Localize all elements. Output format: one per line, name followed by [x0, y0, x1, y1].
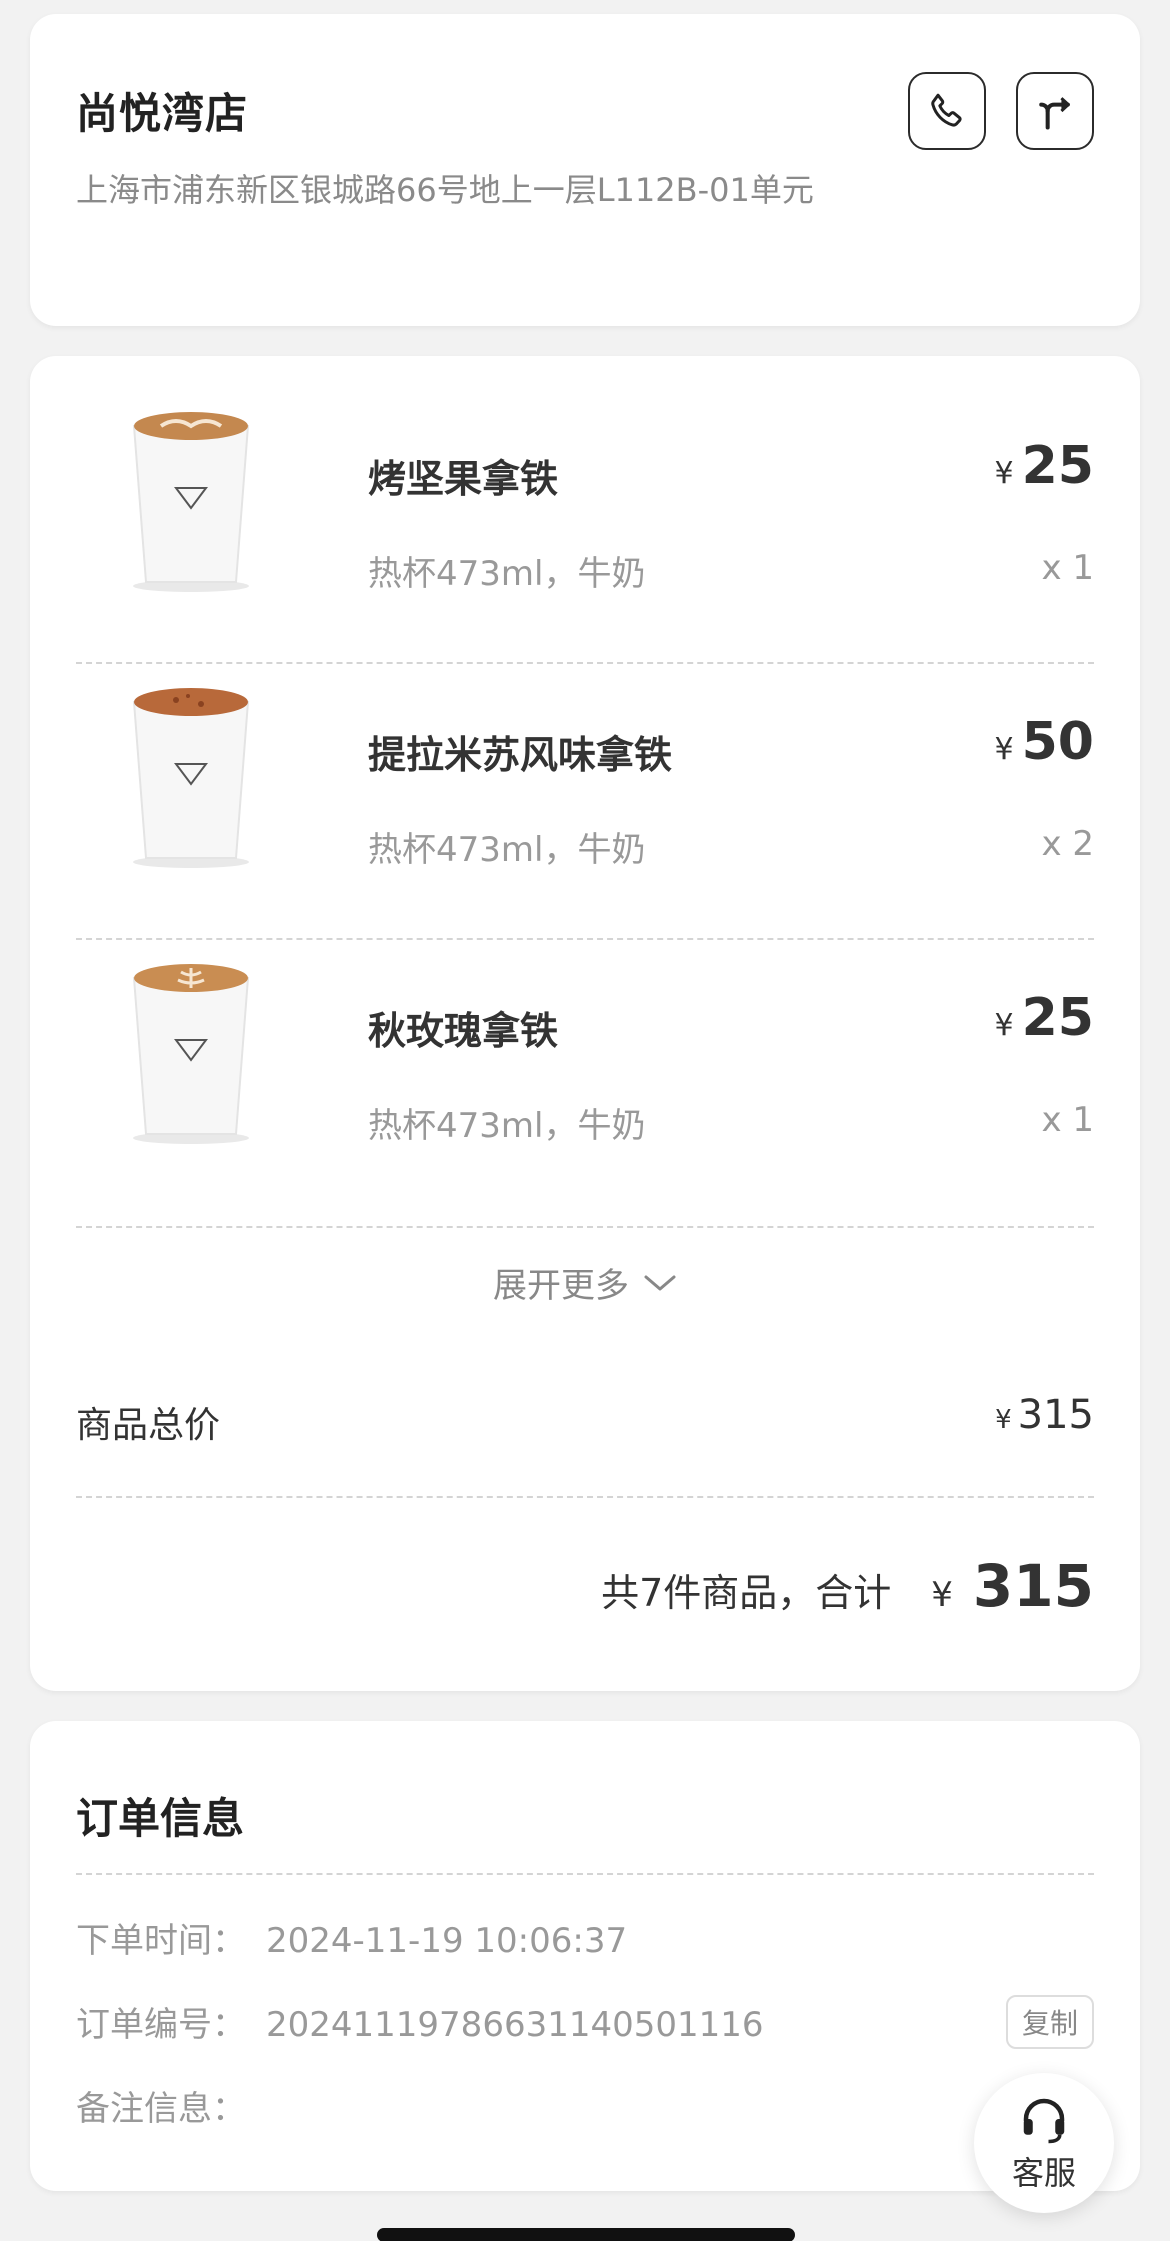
navigate-button[interactable]: [1016, 72, 1094, 150]
expand-more-button[interactable]: 展开更多: [30, 1258, 1140, 1307]
store-address: 上海市浦东新区银城路66号地上一层L112B-01单元: [76, 171, 814, 209]
order-time-label: 下单时间：: [76, 1921, 246, 1961]
customer-service-button[interactable]: 客服: [974, 2073, 1114, 2213]
item-spec: 热杯473ml，牛奶: [368, 830, 646, 870]
item-quantity: x 2: [1041, 824, 1094, 864]
currency-symbol: ¥: [995, 1405, 1012, 1435]
currency-symbol: ¥: [994, 456, 1014, 491]
subtotal-amount: 315: [1017, 1392, 1094, 1438]
headset-icon: [1023, 2098, 1065, 2144]
copy-order-number-button[interactable]: 复制: [1006, 1995, 1094, 2049]
chevron-down-icon: [644, 1275, 676, 1290]
order-item[interactable]: 提拉米苏风味拿铁 热杯473ml，牛奶 ¥ 50 x 2: [76, 632, 1094, 908]
coffee-cup-image: [132, 412, 250, 592]
item-price: ¥ 25: [995, 436, 1094, 496]
currency-symbol: ¥: [994, 1008, 1014, 1043]
subtotal-label: 商品总价: [76, 1405, 221, 1446]
order-time-value: 2024-11-19 10:06:37: [266, 1921, 628, 1961]
item-spec: 热杯473ml，牛奶: [368, 1106, 646, 1146]
store-card: 尚悦湾店 上海市浦东新区银城路66号地上一层L112B-01单元: [30, 14, 1140, 326]
item-price-value: 25: [1021, 988, 1094, 1048]
call-store-button[interactable]: [908, 72, 986, 150]
order-note-label: 备注信息：: [76, 2089, 246, 2129]
item-price-value: 25: [1021, 436, 1094, 496]
directions-icon: [1039, 97, 1070, 130]
divider: [76, 1226, 1094, 1228]
customer-service-label: 客服: [1011, 2154, 1076, 2192]
currency-symbol: ¥: [994, 732, 1014, 767]
home-indicator[interactable]: [377, 2228, 795, 2241]
order-time-row: 下单时间： 2024-11-19 10:06:37: [76, 1913, 627, 1962]
subtotal-value: ¥ 315: [995, 1392, 1094, 1438]
item-spec: 热杯473ml，牛奶: [368, 554, 646, 594]
coffee-cup-image: [132, 964, 250, 1144]
order-number-label: 订单编号：: [76, 2005, 246, 2045]
item-price: ¥ 25: [995, 988, 1094, 1048]
order-item[interactable]: 秋玫瑰拿铁 热杯473ml，牛奶 ¥ 25 x 1: [76, 908, 1094, 1184]
order-item[interactable]: 烤坚果拿铁 热杯473ml，牛奶 ¥ 25 x 1: [76, 356, 1094, 632]
divider: [76, 1496, 1094, 1498]
total-amount: 315: [972, 1552, 1094, 1620]
total-summary-text: 共7件商品，合计: [601, 1571, 892, 1615]
item-name: 提拉米苏风味拿铁: [368, 733, 673, 777]
coffee-cup-image: [132, 688, 250, 868]
store-name: 尚悦湾店: [76, 89, 249, 138]
item-price: ¥ 50: [995, 712, 1094, 772]
item-quantity: x 1: [1041, 548, 1094, 588]
expand-more-label: 展开更多: [493, 1266, 629, 1306]
divider: [76, 1873, 1094, 1875]
phone-icon: [931, 93, 962, 127]
order-info-card: 订单信息 下单时间： 2024-11-19 10:06:37 订单编号： 20241…: [30, 1721, 1140, 2191]
order-info-title: 订单信息: [76, 1794, 245, 1843]
item-name: 秋玫瑰拿铁: [368, 1009, 559, 1053]
order-total: 共7件商品，合计 ¥ 315: [601, 1552, 1094, 1620]
order-number-value: 20241119786631140501116: [266, 2005, 764, 2045]
item-quantity: x 1: [1041, 1100, 1094, 1140]
currency-symbol: ¥: [931, 1575, 953, 1615]
order-items-card: 烤坚果拿铁 热杯473ml，牛奶 ¥ 25 x 1 提拉米苏风味拿铁 热杯473…: [30, 356, 1140, 1691]
item-name: 烤坚果拿铁: [368, 457, 559, 501]
order-note-row: 备注信息：: [76, 2081, 246, 2130]
item-price-value: 50: [1021, 712, 1094, 772]
order-number-row: 订单编号： 20241119786631140501116: [76, 1997, 764, 2046]
